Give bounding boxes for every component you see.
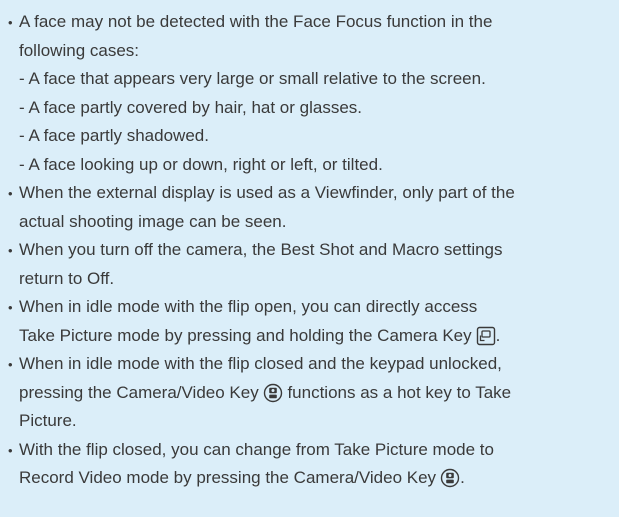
bullet-2-line-1: • When the external display is used as a …	[8, 179, 611, 208]
camera-video-key-icon	[263, 383, 283, 403]
sub-item-3: - A face partly shadowed.	[19, 126, 209, 145]
bullet-text: When in idle mode with the flip closed a…	[19, 354, 502, 373]
bullet-text: Record Video mode by pressing the Camera…	[19, 468, 437, 487]
bullet-text: pressing the Camera/Video Key	[19, 382, 259, 402]
bullet-dot: •	[8, 243, 13, 258]
bullet-2-line-2: actual shooting image can be seen.	[19, 211, 287, 231]
bullet-text: functions as a hot key to Take	[287, 382, 512, 402]
bullet-1-line-1: • A face may not be detected with the Fac…	[8, 8, 611, 37]
bullet-text: When in idle mode with the flip open, yo…	[19, 297, 478, 316]
bullet-6-line-2: Record Video mode by pressing the Camera…	[8, 464, 611, 493]
bullet-1-line-2: following cases:	[19, 40, 140, 60]
bullet-text: When you turn off the camera, the Best S…	[19, 240, 503, 259]
sub-item-1: - A face that appears very large or smal…	[19, 69, 486, 88]
bullet-5-line-3: Picture.	[19, 411, 77, 430]
bullet-6-line-1: • With the flip closed, you can change fr…	[8, 436, 611, 465]
sub-item-2: - A face partly covered by hair, hat or …	[19, 97, 363, 117]
bullet-4-line-2: Take Picture mode by pressing and holdin…	[8, 322, 611, 351]
bullet-3-line-2: return to Off.	[19, 268, 115, 288]
bullet-text: With the flip closed, you can change fro…	[19, 439, 494, 459]
bullet-text: .	[495, 325, 501, 345]
camera-key-icon	[476, 326, 496, 346]
sub-item-4: - A face looking up or down, right or le…	[19, 154, 383, 174]
bullet-text: .	[460, 468, 465, 487]
bullet-5-line-1: • When in idle mode with the flip closed …	[8, 350, 611, 379]
bullet-dot: •	[8, 357, 13, 372]
bullet-text: When the external display is used as a V…	[19, 183, 515, 202]
bullet-dot: •	[8, 15, 13, 30]
bullet-4-line-1: • When in idle mode with the flip open, y…	[8, 293, 611, 322]
bullet-dot: •	[8, 442, 13, 458]
bullet-text: Take Picture mode by pressing and holdin…	[19, 325, 472, 345]
bullet-5-line-2: pressing the Camera/Video Key functions …	[8, 379, 611, 408]
bullet-text: A face may not be detected with the Face…	[19, 12, 493, 31]
bullet-3-line-1: • When you turn off the camera, the Best …	[8, 236, 611, 265]
bullet-dot: •	[8, 300, 13, 315]
bullet-dot: •	[8, 186, 13, 201]
notes-box: • A face may not be detected with the Fac…	[0, 0, 619, 517]
camera-video-key-icon	[440, 468, 460, 488]
